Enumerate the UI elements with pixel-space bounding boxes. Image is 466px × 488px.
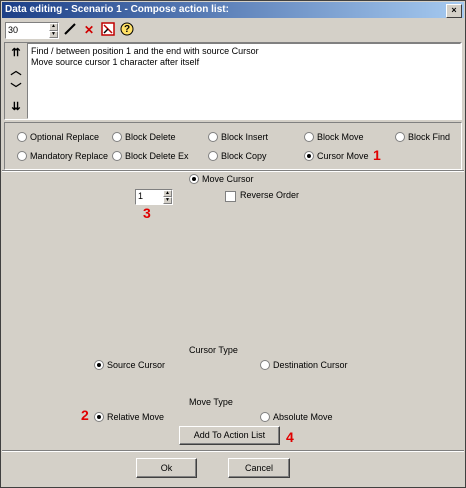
- divider-bottom: [2, 450, 464, 452]
- annotation-1: 1: [373, 147, 381, 163]
- help-glyph: ?: [123, 24, 131, 35]
- add-to-action-list-button[interactable]: Add To Action List: [179, 426, 280, 445]
- annotation-3: 3: [143, 205, 151, 221]
- pencil-icon[interactable]: [62, 22, 78, 38]
- counter-value[interactable]: 30: [8, 25, 18, 35]
- cancel-button[interactable]: Cancel: [228, 458, 290, 478]
- move-type-heading: Move Type: [189, 397, 233, 407]
- counter-stepper[interactable]: 30 ▲ ▼: [5, 22, 59, 39]
- close-button[interactable]: ×: [446, 4, 462, 18]
- help-icon[interactable]: ?: [119, 22, 135, 38]
- divider-top: [2, 170, 464, 172]
- action-list-area: ⇈ ︿ ﹀ ⇊ Find / between position 1 and th…: [4, 42, 462, 120]
- list-item[interactable]: Move source cursor 1 character after its…: [31, 57, 199, 67]
- reverse-order-label: Reverse Order: [240, 190, 300, 200]
- move-down-icon[interactable]: ﹀: [7, 81, 25, 98]
- dialog-window: Data editing - Scenario 1 - Compose acti…: [0, 0, 466, 488]
- reverse-order-checkbox[interactable]: [225, 191, 236, 202]
- ok-button[interactable]: Ok: [136, 458, 197, 478]
- action-listbox[interactable]: Find / between position 1 and the end wi…: [27, 43, 461, 119]
- list-item[interactable]: Find / between position 1 and the end wi…: [31, 46, 259, 56]
- counter-spin-buttons[interactable]: ▲ ▼: [49, 23, 58, 38]
- window-title: Data editing - Scenario 1 - Compose acti…: [5, 4, 229, 15]
- cursor-type-heading: Cursor Type: [189, 345, 238, 355]
- annotation-2: 2: [81, 407, 89, 423]
- nav-column: ⇈ ︿ ﹀ ⇊: [5, 43, 27, 119]
- move-bottom-icon[interactable]: ⇊: [7, 99, 25, 116]
- move-count-spin-buttons[interactable]: ▲ ▼: [163, 190, 172, 204]
- move-count-stepper[interactable]: 1 ▲ ▼: [135, 189, 173, 205]
- move-top-icon[interactable]: ⇈: [7, 45, 25, 62]
- move-up-icon[interactable]: ︿: [7, 63, 25, 80]
- tool-icon[interactable]: [100, 22, 116, 38]
- toolbar: 30 ▲ ▼ ✕ ?: [2, 19, 464, 41]
- title-bar: Data editing - Scenario 1 - Compose acti…: [2, 2, 464, 18]
- action-type-group: Optional Replace Block Delete Block Inse…: [4, 122, 462, 170]
- delete-icon[interactable]: ✕: [81, 22, 97, 38]
- annotation-4: 4: [286, 429, 294, 445]
- move-count-value[interactable]: 1: [138, 191, 143, 201]
